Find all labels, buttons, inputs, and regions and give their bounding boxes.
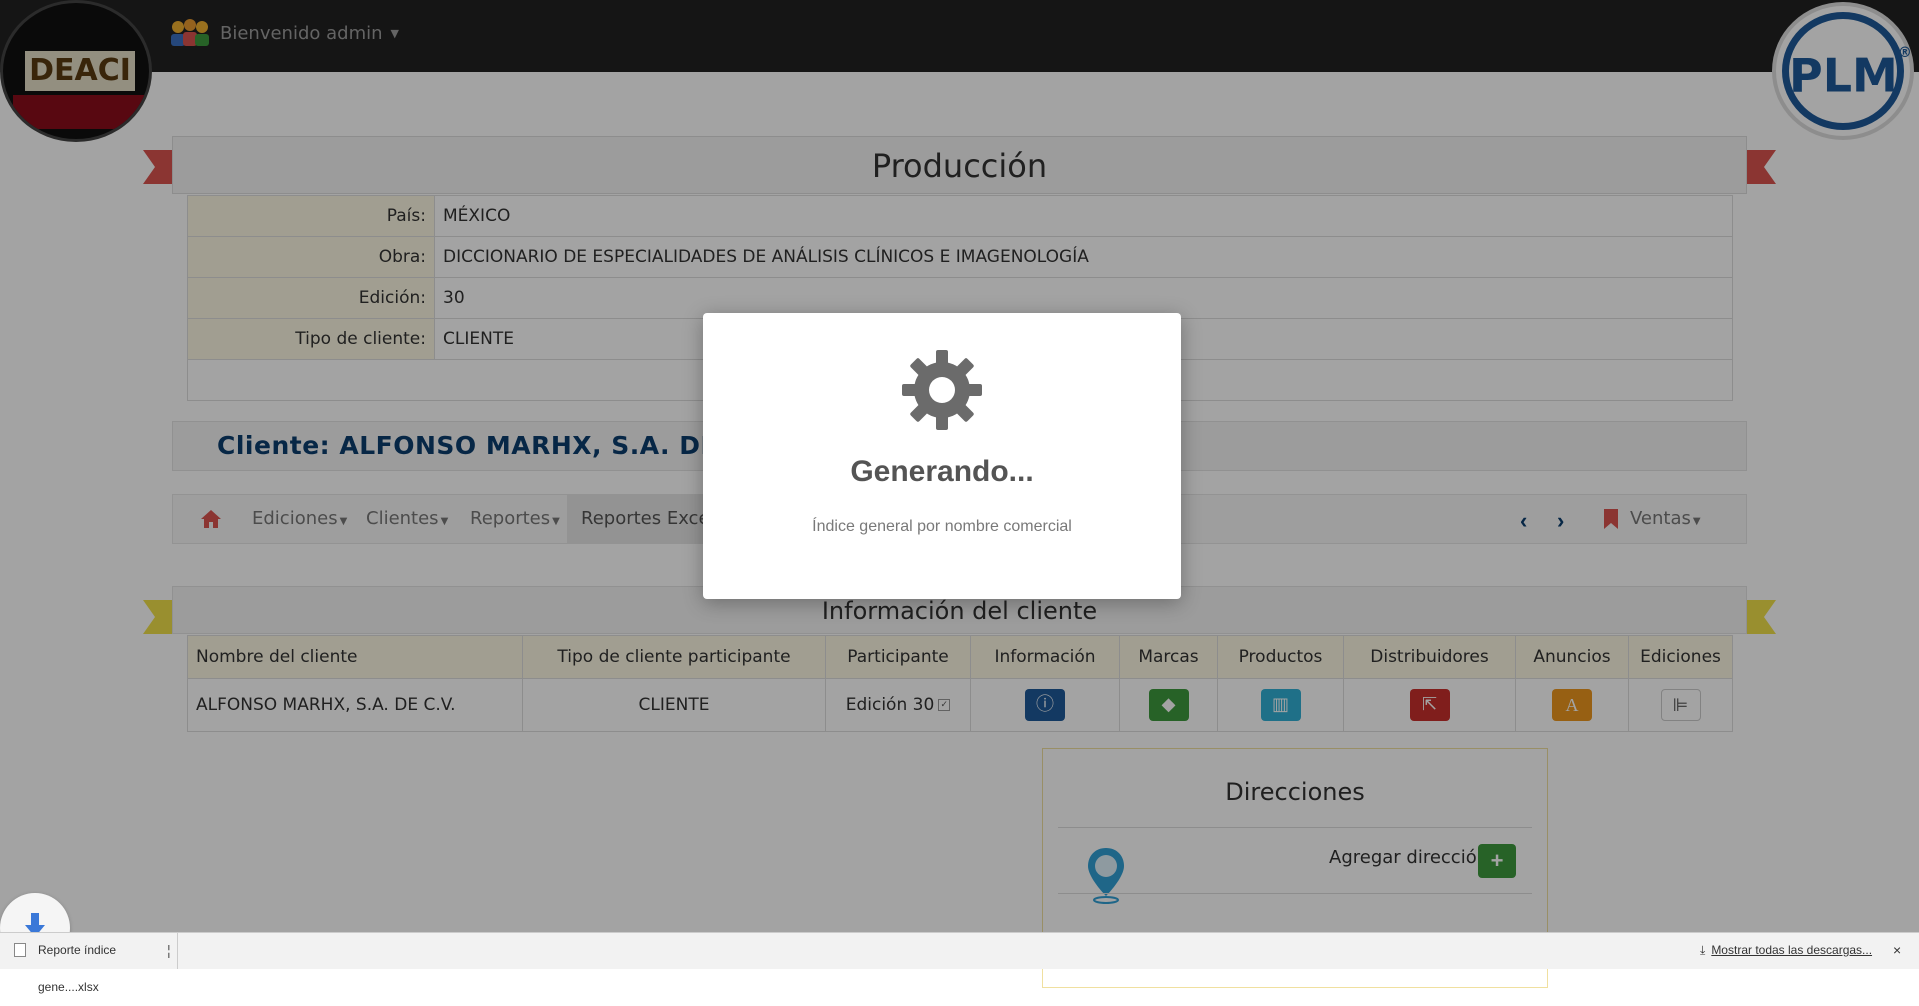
show-all-label: Mostrar todas las descargas...	[1711, 943, 1873, 957]
modal-title: Generando...	[850, 455, 1034, 488]
download-item-divider: ¦	[167, 942, 171, 958]
download-item[interactable]: Reporte índice gene....xlsx ¦	[0, 932, 178, 994]
file-icon	[14, 943, 26, 957]
show-all-downloads-link[interactable]: ⤓ Mostrar todas las descargas...	[1700, 932, 1872, 969]
gear-icon	[902, 350, 982, 430]
modal-message: Índice general por nombre comercial	[812, 518, 1072, 535]
download-file-name: Reporte índice gene....xlsx	[38, 943, 117, 994]
close-icon[interactable]: ×	[1893, 932, 1901, 969]
downloads-bar	[0, 932, 1919, 969]
download-icon: ⤓	[1700, 943, 1706, 957]
